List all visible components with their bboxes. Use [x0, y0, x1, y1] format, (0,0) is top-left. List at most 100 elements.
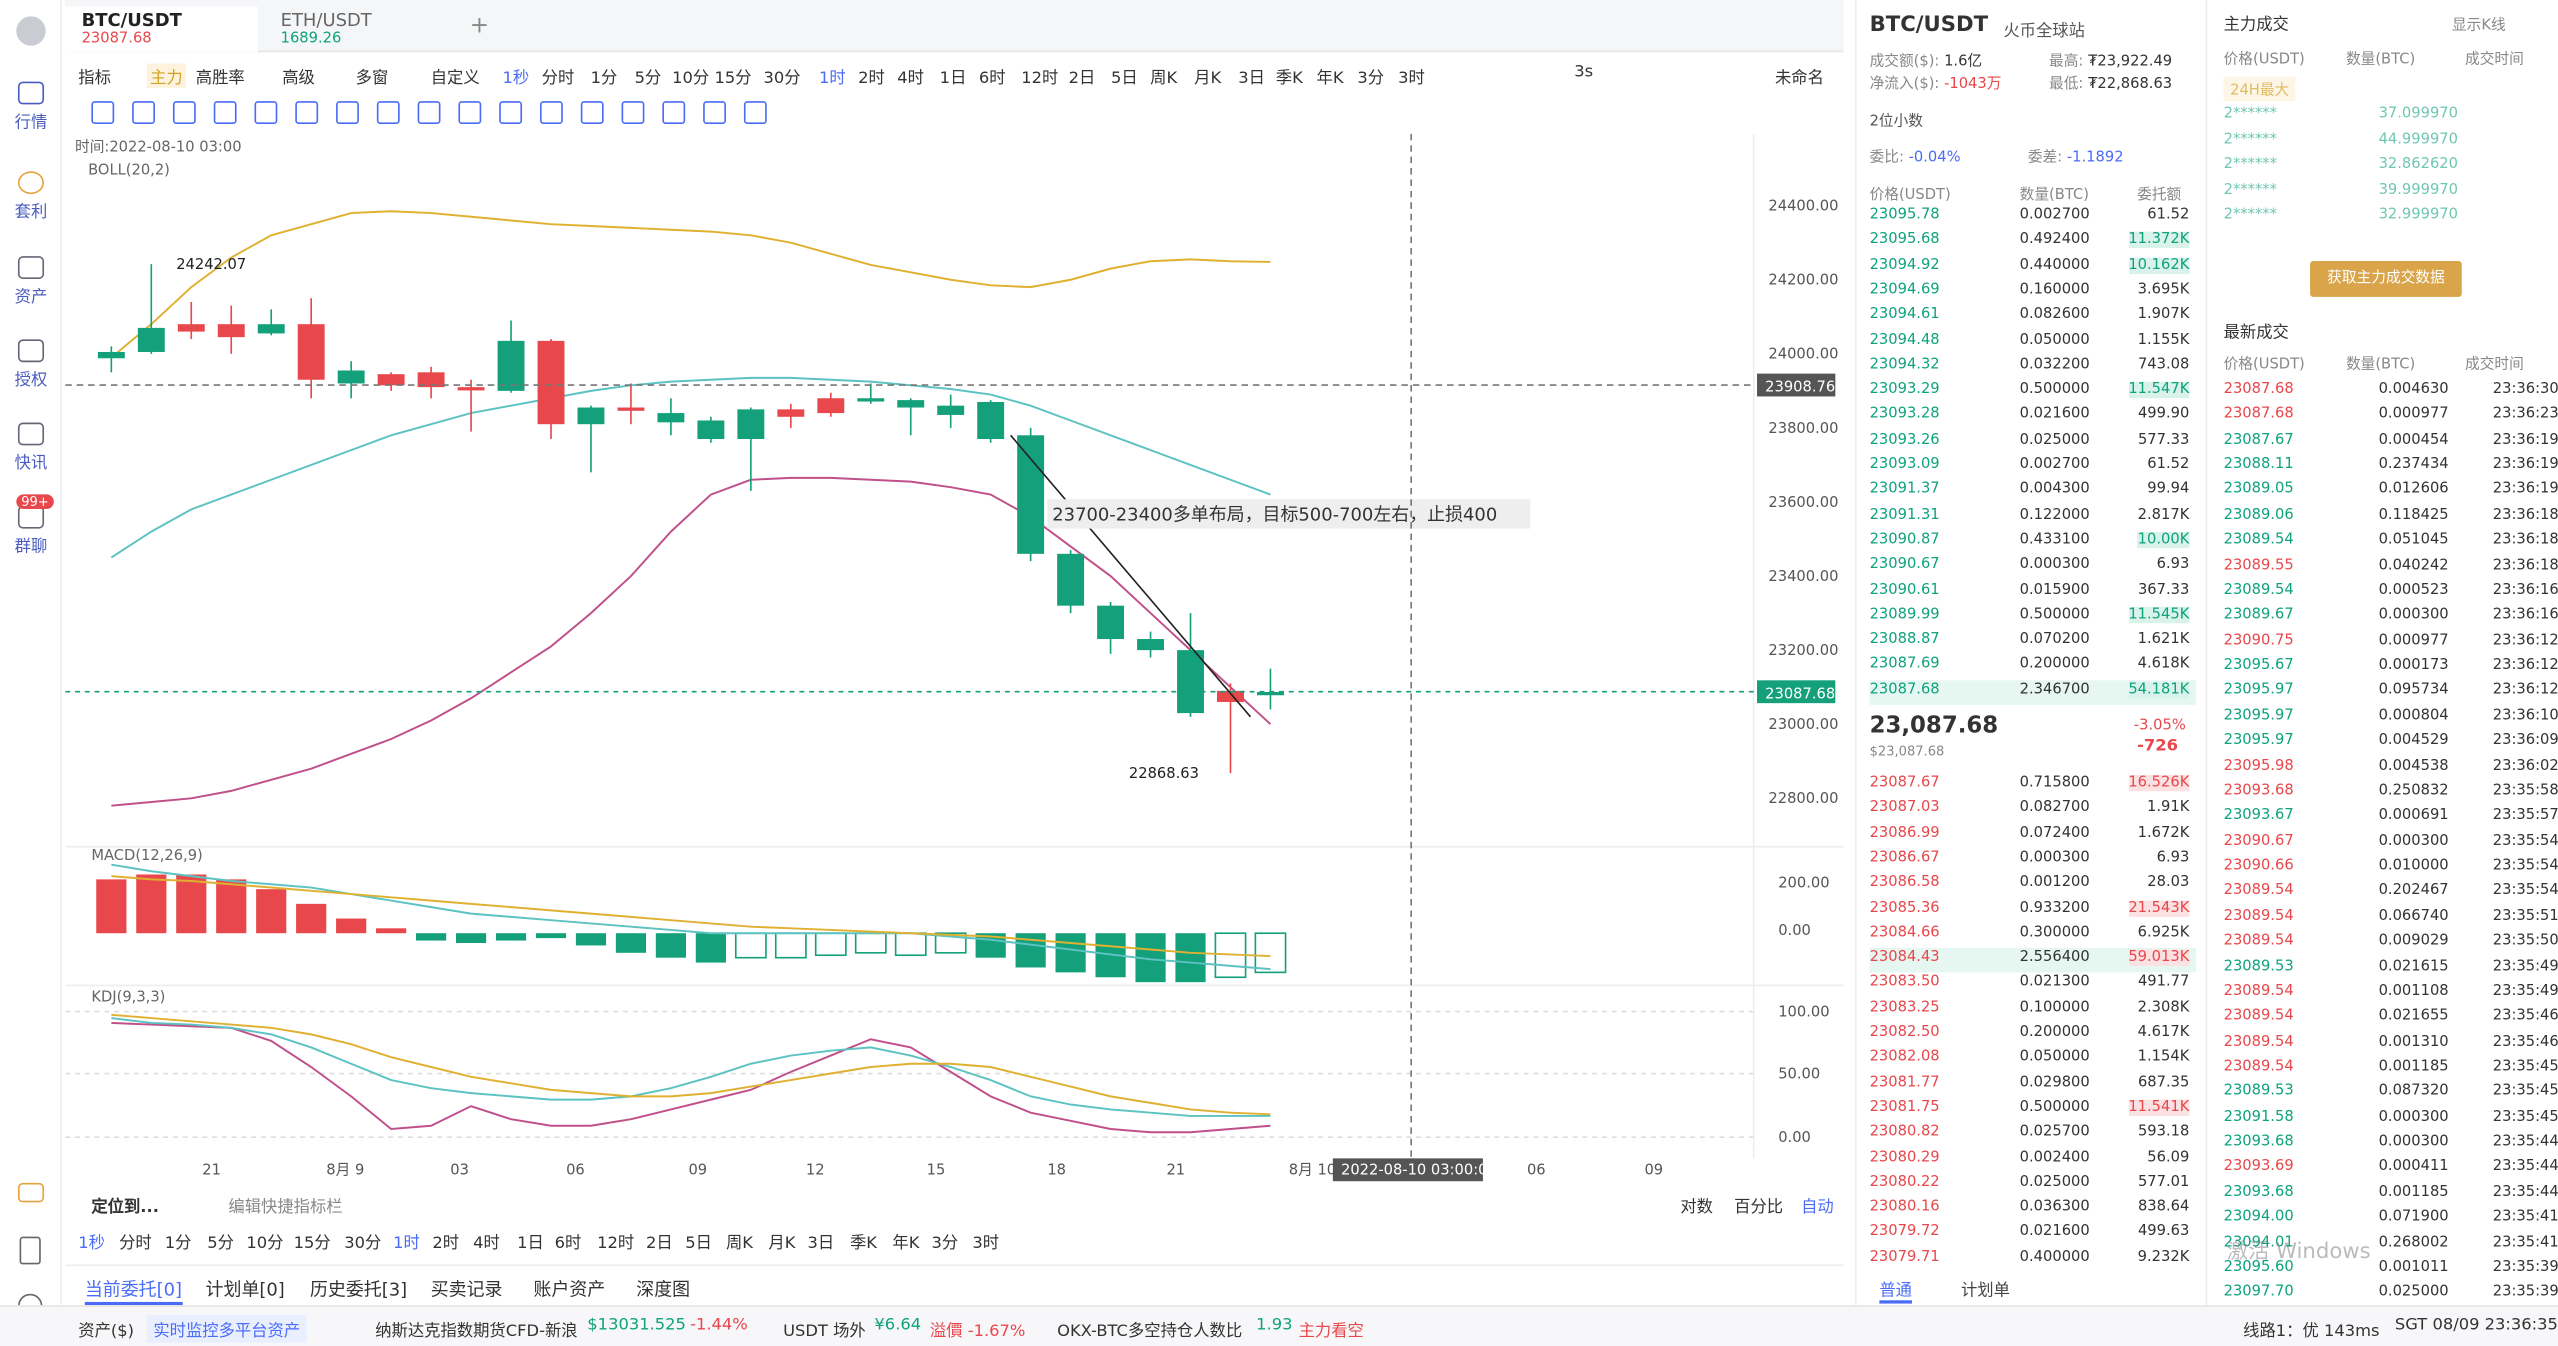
price-chart[interactable]: 时间:2022-08-10 03:00 BOLL(20,2) MACD(12,26,…: [65, 133, 1844, 1194]
orderbook-row[interactable]: 23080.16 0.036300 838.64: [1870, 1198, 2196, 1222]
orderbook-row[interactable]: 23087.68 2.346700 54.181K: [1869, 679, 2196, 705]
toolbar-item[interactable]: 主力: [146, 63, 186, 89]
toolbar-item[interactable]: 多窗: [356, 64, 389, 88]
toolbar-item[interactable]: 年K: [1317, 64, 1344, 88]
toolbar-item[interactable]: 15分: [715, 64, 752, 88]
orderbook-row[interactable]: 23079.72 0.021600 499.63: [1870, 1223, 2196, 1247]
toolbar-item[interactable]: 12时: [1021, 64, 1058, 88]
toolbar-item[interactable]: 1分: [591, 64, 618, 88]
add-tab-icon[interactable]: +: [470, 13, 489, 39]
fib-icon[interactable]: [213, 101, 237, 124]
orderbook-row[interactable]: 23087.67 0.715800 16.526K: [1870, 773, 2196, 797]
orderbook-row[interactable]: 23085.36 0.933200 21.543K: [1870, 898, 2196, 922]
orderbook-row[interactable]: 23093.26 0.025000 577.33: [1870, 430, 2196, 454]
copy-icon[interactable]: [621, 101, 645, 124]
orderbook-row[interactable]: 23094.32 0.032200 743.08: [1870, 355, 2196, 379]
orderbook-row[interactable]: 23080.82 0.025700 593.18: [1870, 1123, 2196, 1147]
orderbook-row[interactable]: 23090.87 0.433100 10.00K: [1870, 530, 2196, 554]
bottom-interval-item[interactable]: 2时: [432, 1229, 459, 1253]
toolbar-item[interactable]: 2时: [858, 64, 885, 88]
bottom-tab[interactable]: 当前委托[0]: [84, 1276, 183, 1306]
bottom-interval-item[interactable]: 3日: [808, 1229, 835, 1253]
toolbar-item[interactable]: 月K: [1194, 64, 1221, 88]
bottom-interval-item[interactable]: 5分: [207, 1229, 234, 1253]
toolbar-item[interactable]: 3分: [1357, 64, 1384, 88]
bottom-interval-item[interactable]: 5日: [685, 1229, 712, 1253]
bottom-interval-item[interactable]: 季K: [850, 1229, 877, 1253]
orderbook-row[interactable]: 23081.77 0.029800 687.35: [1870, 1073, 2196, 1097]
orderbook-row[interactable]: 23081.75 0.500000 11.541K: [1870, 1098, 2196, 1122]
bottom-interval-item[interactable]: 1时: [393, 1229, 420, 1253]
orderbook-row[interactable]: 23089.99 0.500000 11.545K: [1870, 605, 2196, 629]
toolbar-item[interactable]: 自定义: [431, 64, 480, 88]
pen-icon[interactable]: [539, 101, 563, 124]
bottom-interval-item[interactable]: 1日: [517, 1229, 544, 1253]
get-main-trades-button[interactable]: 获取主力成交数据: [2310, 261, 2462, 297]
bottom-interval-item[interactable]: 年K: [892, 1229, 919, 1253]
sidebar-item-chat[interactable]: 群聊: [0, 505, 62, 556]
percent-scale-button[interactable]: 百分比: [1734, 1193, 1783, 1217]
auto-scale-button[interactable]: 自动: [1801, 1193, 1834, 1217]
text-icon[interactable]: [376, 101, 400, 124]
orderbook-row[interactable]: 23090.61 0.015900 367.33: [1870, 580, 2196, 604]
orderbook-row[interactable]: 23091.37 0.004300 99.94: [1870, 480, 2196, 504]
tab-plan-order[interactable]: 计划单: [1961, 1276, 2010, 1300]
brush-icon[interactable]: [417, 101, 441, 124]
orderbook-row[interactable]: 23084.43 2.556400 59.013K: [1869, 948, 2196, 973]
diamond-icon[interactable]: [17, 1182, 45, 1203]
chart-canvas[interactable]: 时间:2022-08-10 03:00 BOLL(20,2) MACD(12,26,…: [65, 133, 1844, 1194]
toolbar-item[interactable]: 3时: [1398, 64, 1425, 88]
bottom-interval-item[interactable]: 15分: [294, 1229, 331, 1253]
orderbook-row[interactable]: 23090.67 0.000300 6.93: [1870, 555, 2196, 579]
locate-button[interactable]: 定位到...: [91, 1193, 159, 1217]
orderbook-row[interactable]: 23093.29 0.500000 11.547K: [1870, 380, 2196, 404]
measure-icon[interactable]: [336, 101, 359, 124]
orderbook-row[interactable]: 23091.31 0.122000 2.817K: [1870, 505, 2196, 529]
toolbar-item[interactable]: 周K: [1150, 64, 1177, 88]
bottom-interval-item[interactable]: 1分: [165, 1229, 192, 1253]
channel-icon[interactable]: [254, 101, 278, 124]
bottom-interval-item[interactable]: 10分: [246, 1229, 283, 1253]
edit-shortcut-indicator-button[interactable]: 编辑快捷指标栏: [228, 1193, 342, 1217]
orderbook-row[interactable]: 23094.92 0.440000 10.162K: [1870, 255, 2196, 279]
orderbook-row[interactable]: 23080.22 0.025000 577.01: [1870, 1173, 2196, 1197]
phone-icon[interactable]: [19, 1236, 41, 1265]
bottom-interval-item[interactable]: 30分: [344, 1229, 381, 1253]
bottom-tab[interactable]: 买卖记录: [431, 1276, 503, 1302]
toolbar-item[interactable]: 5分: [635, 64, 662, 88]
toolbar-item[interactable]: 4时: [897, 64, 924, 88]
parallel-icon[interactable]: [172, 101, 196, 124]
toolbar-item[interactable]: 6时: [979, 64, 1006, 88]
toolbar-item[interactable]: 季K: [1276, 64, 1303, 88]
orderbook-row[interactable]: 23094.48 0.050000 1.155K: [1870, 330, 2196, 354]
sidebar-item-auth[interactable]: 授权: [0, 339, 62, 390]
bottom-interval-item[interactable]: 3分: [932, 1229, 959, 1253]
bottom-interval-item[interactable]: 月K: [768, 1229, 795, 1253]
bottom-interval-item[interactable]: 6时: [555, 1229, 582, 1253]
toolbar-item[interactable]: 高胜率: [196, 64, 245, 88]
bottom-interval-item[interactable]: 2日: [646, 1229, 673, 1253]
orderbook-row[interactable]: 23082.08 0.050000 1.154K: [1870, 1048, 2196, 1072]
tab-btc[interactable]: BTC/USDT 23087.68: [65, 6, 258, 53]
toolbar-item[interactable]: 1秒: [502, 64, 529, 88]
toolbar-item[interactable]: 10分: [672, 64, 709, 88]
show-kline-toggle[interactable]: 显示K线: [2452, 13, 2506, 34]
ticker-nasdaq-name[interactable]: 纳斯达克指数期货CFD-新浪: [375, 1317, 577, 1341]
orderbook-row[interactable]: 23083.25 0.100000 2.308K: [1870, 998, 2196, 1022]
toolbar-item[interactable]: 1日: [940, 64, 967, 88]
bottom-interval-item[interactable]: 周K: [726, 1229, 753, 1253]
orderbook-row[interactable]: 23082.50 0.200000 4.617K: [1870, 1023, 2196, 1047]
orderbook-row[interactable]: 23095.68 0.492400 11.372K: [1870, 231, 2196, 255]
wave-icon[interactable]: [295, 101, 319, 124]
ticker-otc-name[interactable]: USDT 场外: [783, 1317, 866, 1341]
sidebar-item-market[interactable]: 行情: [0, 81, 62, 132]
bottom-interval-item[interactable]: 12时: [597, 1229, 634, 1253]
sidebar-item-news[interactable]: 快讯: [0, 422, 62, 473]
orderbook-row[interactable]: 23079.71 0.400000 9.232K: [1870, 1248, 2196, 1272]
orderbook-row[interactable]: 23086.99 0.072400 1.672K: [1870, 823, 2196, 847]
toolbar-item[interactable]: 1时: [819, 64, 846, 88]
orderbook-row[interactable]: 23094.61 0.082600 1.907K: [1870, 305, 2196, 329]
pattern-icon[interactable]: [580, 101, 604, 124]
orderbook-row[interactable]: 23086.58 0.001200 28.03: [1870, 873, 2196, 897]
crosshair-icon[interactable]: [91, 101, 115, 124]
